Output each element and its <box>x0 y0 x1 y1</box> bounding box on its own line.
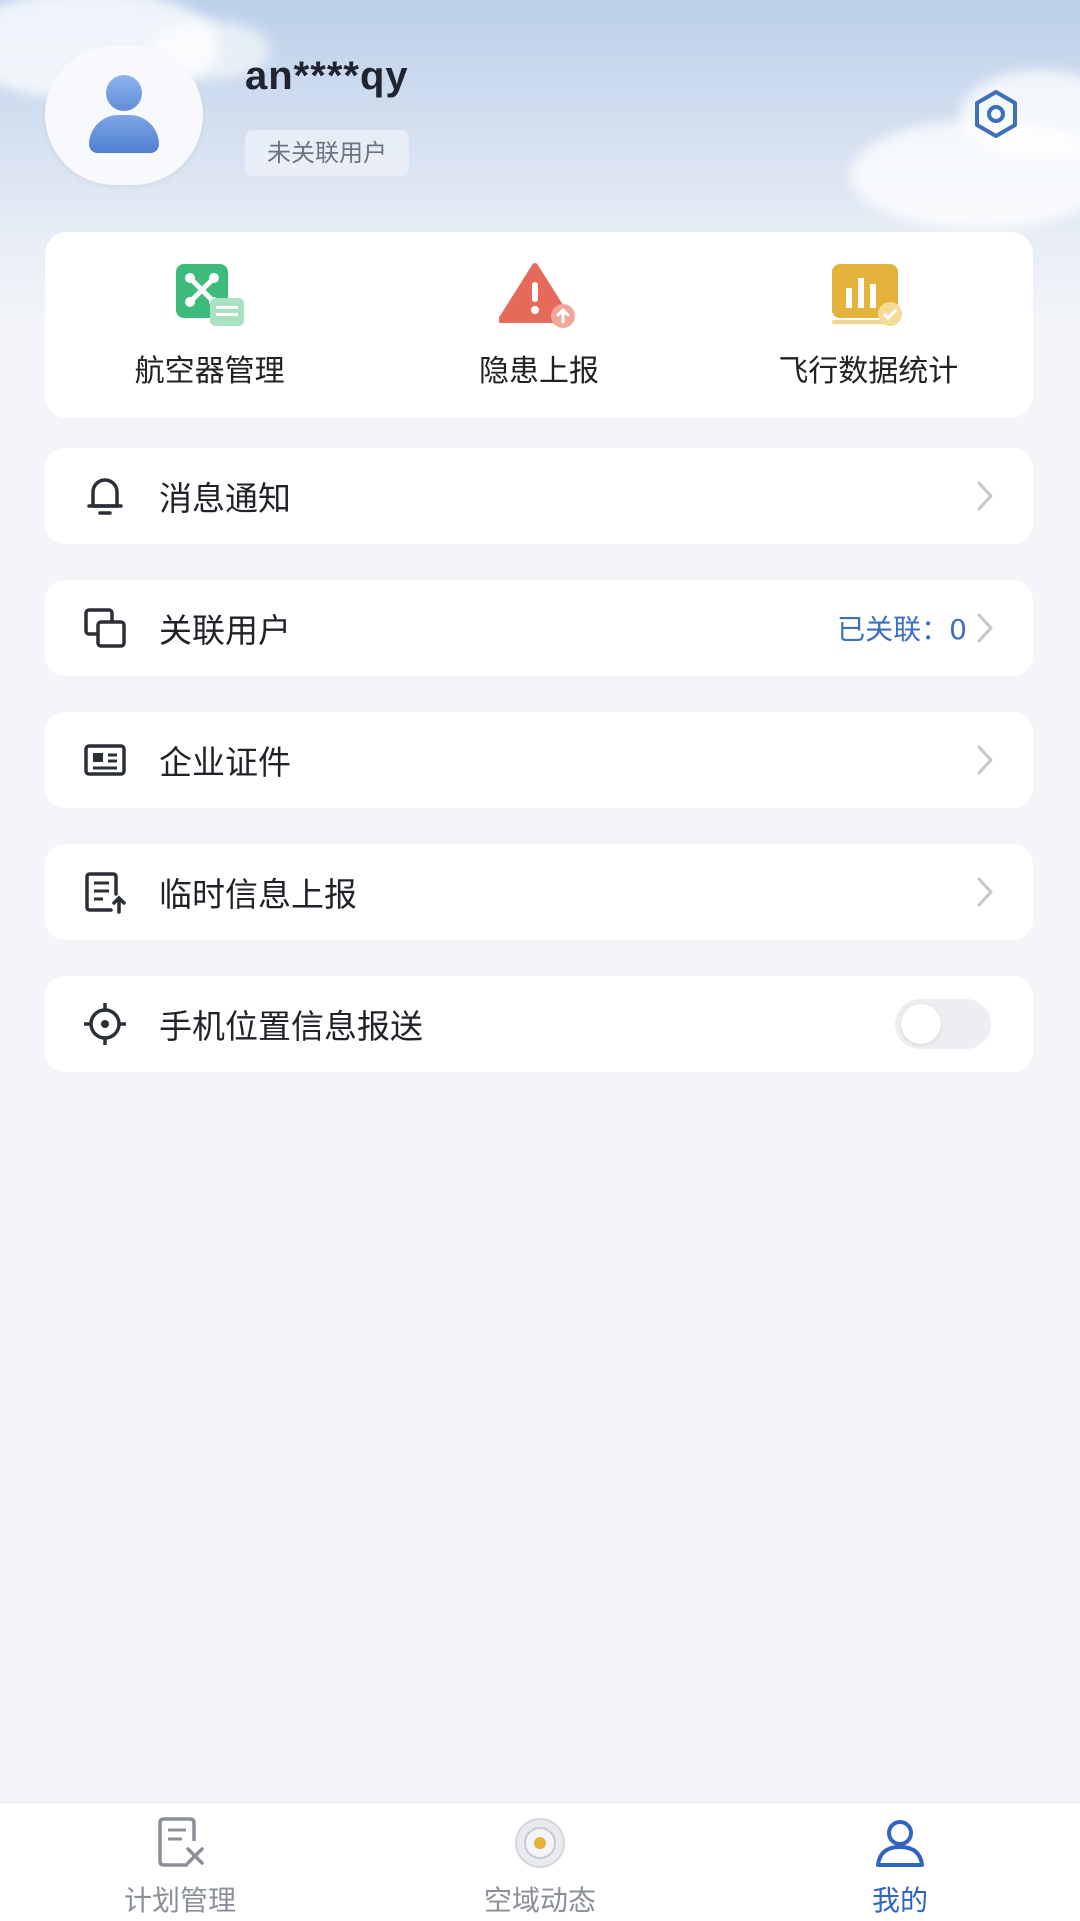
settings-icon[interactable] <box>970 88 1022 140</box>
username: an****qy <box>245 54 409 98</box>
quick-action-label: 航空器管理 <box>134 354 285 389</box>
bell-icon <box>81 472 129 520</box>
hazard-report-icon <box>497 262 579 330</box>
menu-item-label: 关联用户 <box>159 611 291 650</box>
certificate-icon <box>81 736 129 784</box>
nav-tab-label: 我的 <box>871 1884 928 1917</box>
menu-item-certificates[interactable]: 企业证件 <box>45 712 1033 808</box>
quick-action-label: 隐患上报 <box>478 354 599 389</box>
user-status-badge: 未关联用户 <box>245 130 409 176</box>
profile-icon <box>876 1820 924 1867</box>
chevron-right-icon <box>977 613 993 643</box>
avatar[interactable] <box>45 45 203 185</box>
menu-item-temp-report[interactable]: 临时信息上报 <box>45 844 1033 940</box>
document-upload-icon <box>81 868 129 916</box>
nav-tab-plan-management[interactable]: 计划管理 <box>0 1803 360 1921</box>
quick-action-aircraft-management[interactable]: 航空器管理 <box>45 232 374 418</box>
chevron-right-icon <box>977 877 993 907</box>
flight-stats-icon <box>828 262 908 330</box>
menu-item-label: 消息通知 <box>159 479 291 518</box>
plan-management-icon <box>158 1817 204 1867</box>
chevron-right-icon <box>977 745 993 775</box>
menu-item-label: 企业证件 <box>159 743 291 782</box>
menu-item-messages[interactable]: 消息通知 <box>45 448 1033 544</box>
crosshair-icon <box>81 1000 129 1048</box>
location-report-toggle[interactable] <box>895 999 991 1049</box>
quick-action-flight-stats[interactable]: 飞行数据统计 <box>704 232 1033 418</box>
nav-tab-label: 空域动态 <box>483 1884 596 1917</box>
nav-tab-airspace[interactable]: 空域动态 <box>360 1803 720 1921</box>
quick-action-hazard-report[interactable]: 隐患上报 <box>374 232 703 418</box>
airspace-icon <box>515 1818 565 1868</box>
quick-action-label: 飞行数据统计 <box>778 354 959 389</box>
aircraft-management-icon <box>170 262 250 330</box>
linked-count-value: 已关联：0 <box>837 613 967 646</box>
nav-tab-label: 计划管理 <box>123 1884 236 1917</box>
quick-actions-card: 航空器管理 隐患上报 飞行数据统计 <box>45 232 1033 418</box>
menu-item-location-report: 手机位置信息报送 <box>45 976 1033 1072</box>
nav-tab-profile[interactable]: 我的 <box>720 1803 1080 1921</box>
toggle-knob <box>901 1004 941 1044</box>
menu-item-label: 手机位置信息报送 <box>159 1007 423 1046</box>
bottom-navigation: 计划管理 空域动态 我的 <box>0 1802 1080 1921</box>
linked-users-icon <box>81 604 129 652</box>
menu-item-linked-users[interactable]: 关联用户 已关联：0 <box>45 580 1033 676</box>
menu-item-label: 临时信息上报 <box>159 875 357 914</box>
avatar-body <box>89 115 159 153</box>
avatar-head <box>106 75 142 111</box>
chevron-right-icon <box>977 481 993 511</box>
